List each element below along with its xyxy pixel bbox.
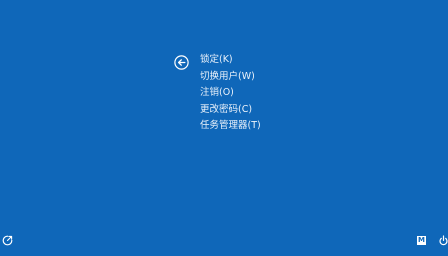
security-options-menu: 锁定(K) 切换用户(W) 注销(O) 更改密码(C) 任务管理器(T): [200, 52, 261, 135]
back-button[interactable]: [174, 55, 189, 70]
menu-item-switch-user[interactable]: 切换用户(W): [200, 69, 261, 86]
menu-item-task-manager[interactable]: 任务管理器(T): [200, 118, 261, 135]
input-method-indicator[interactable]: M: [417, 236, 426, 245]
power-icon: [439, 235, 448, 246]
ease-of-access-button[interactable]: [2, 235, 13, 246]
menu-item-change-password[interactable]: 更改密码(C): [200, 102, 261, 119]
power-button[interactable]: [439, 235, 448, 246]
menu-item-lock[interactable]: 锁定(K): [200, 52, 261, 69]
ease-of-access-icon: [2, 235, 13, 246]
secure-attention-screen: 锁定(K) 切换用户(W) 注销(O) 更改密码(C) 任务管理器(T) M: [0, 0, 448, 256]
menu-item-sign-out[interactable]: 注销(O): [200, 85, 261, 102]
arrow-left-circle-icon: [174, 55, 189, 70]
